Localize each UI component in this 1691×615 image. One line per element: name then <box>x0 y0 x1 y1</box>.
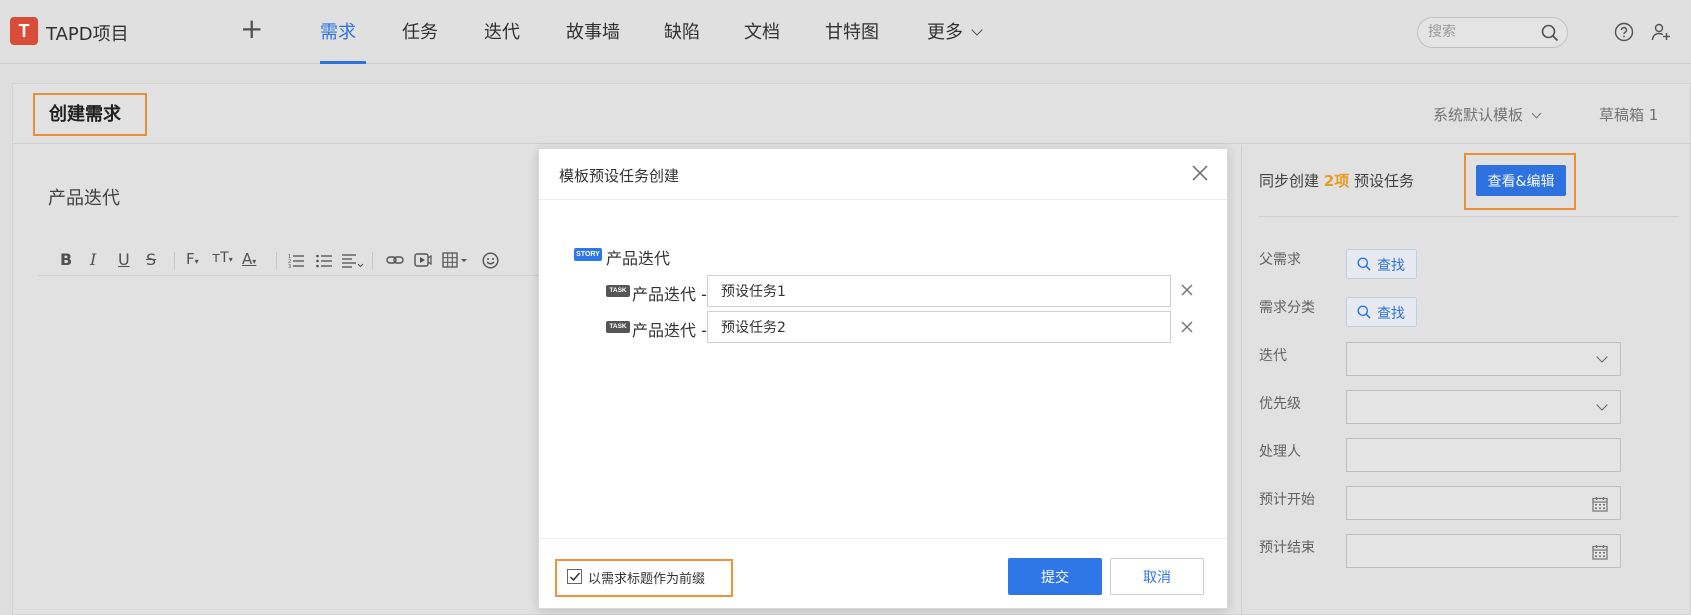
close-icon[interactable] <box>1191 164 1209 182</box>
story-name: 产品迭代 <box>606 249 671 268</box>
task-badge: TASK <box>606 285 630 297</box>
prefix-checkbox-label[interactable]: 以需求标题作为前缀 <box>588 568 705 587</box>
task-title-prefix: 产品迭代 - <box>632 321 707 340</box>
dialog-title: 模板预设任务创建 <box>559 167 680 185</box>
task-name-input[interactable] <box>707 275 1171 307</box>
template-task-create-dialog: 模板预设任务创建 STORY 产品迭代 TASK 产品迭代 - TASK 产品迭… <box>538 148 1228 609</box>
dialog-footer-divider <box>539 538 1227 539</box>
prefix-checkbox[interactable] <box>567 569 582 584</box>
close-icon[interactable] <box>1180 283 1194 297</box>
cancel-button[interactable]: 取消 <box>1110 558 1204 595</box>
checkmark-icon <box>569 572 581 582</box>
story-badge: STORY <box>574 248 602 261</box>
prefix-option-highlight-frame: 以需求标题作为前缀 <box>555 559 733 597</box>
submit-button[interactable]: 提交 <box>1008 558 1102 595</box>
close-icon[interactable] <box>1180 320 1194 334</box>
dialog-header: 模板预设任务创建 <box>539 149 1227 200</box>
task-title-prefix: 产品迭代 - <box>632 285 707 304</box>
task-badge: TASK <box>606 321 630 333</box>
task-name-input[interactable] <box>707 311 1171 343</box>
